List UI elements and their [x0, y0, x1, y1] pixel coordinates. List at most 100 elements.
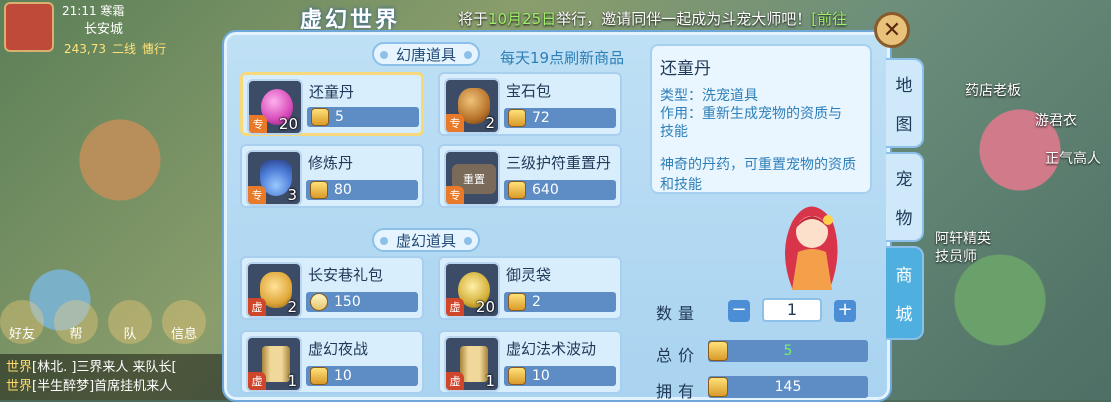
item-tag: 虚 — [248, 372, 266, 390]
shop-item-huantongdan[interactable]: 专 20 还童丹 5 — [240, 72, 424, 136]
quantity-minus-button[interactable]: − — [728, 300, 750, 322]
section-huantang-label: 幻唐道具 — [372, 42, 481, 66]
item-name: 长安巷礼包 — [308, 266, 384, 284]
quantity-input[interactable]: 1 — [762, 298, 822, 322]
player-hud: 21:11 寒霜 长安城 243,73 二线 憓行 — [0, 0, 200, 60]
event-banner: 虚幻世界 将于10月25日举行，邀请同伴一起成为斗宠大师吧！[前往 — [300, 0, 880, 34]
item-price: 5 — [307, 107, 419, 127]
gold-coin-icon — [310, 367, 328, 385]
shop-item-baoshibao[interactable]: 专 2 宝石包 72 — [438, 72, 622, 136]
tab-map[interactable]: 地图 — [886, 58, 924, 148]
chat-line: 世界[林北. ]三界来人 来队长[ — [6, 360, 177, 375]
item-icon: 虚 1 — [444, 336, 500, 392]
item-qty: 2 — [287, 298, 297, 316]
item-price: 640 — [504, 180, 616, 200]
item-tag: 专 — [249, 115, 267, 133]
item-icon: 虚 2 — [246, 262, 302, 318]
city-name: 长安城 — [84, 22, 124, 37]
npc-label: 技员师 — [935, 249, 977, 265]
item-tag: 虚 — [446, 372, 464, 390]
tab-mall[interactable]: 商城 — [886, 246, 924, 340]
item-icon: 专 20 — [247, 79, 303, 135]
info-button[interactable]: 信息 — [162, 300, 206, 344]
shop-item-xuhuan-fashu[interactable]: 虚 1 虚幻法术波动 10 — [438, 330, 622, 394]
item-qty: 3 — [287, 186, 297, 204]
total-price-label: 总价 — [656, 346, 701, 365]
gold-coin-icon — [508, 293, 526, 311]
item-tag: 专 — [446, 186, 464, 204]
item-qty: 1 — [485, 372, 495, 390]
item-price: 10 — [306, 366, 418, 386]
shop-item-hufu-reset[interactable]: 重置 专 三级护符重置丹 640 — [438, 144, 622, 208]
item-icon: 虚 20 — [444, 262, 500, 318]
gold-coin-icon — [310, 181, 328, 199]
gold-coin-icon — [508, 367, 526, 385]
gold-coin-icon — [708, 377, 728, 397]
item-name: 修炼丹 — [308, 154, 354, 172]
gold-coin-icon — [508, 109, 526, 127]
detail-description: 神奇的丹药，可重置宠物的资质和技能 — [660, 157, 856, 193]
item-name: 宝石包 — [506, 82, 552, 100]
player-avatar[interactable] — [4, 2, 54, 52]
chat-line: 世界[半生醉梦]首席挂机来人 — [6, 379, 173, 394]
close-button[interactable]: ✕ — [874, 12, 910, 48]
section-xuhuan-label: 虚幻道具 — [372, 228, 481, 252]
item-icon: 专 2 — [444, 78, 500, 134]
silver-coin-icon — [310, 293, 328, 311]
item-name: 还童丹 — [309, 83, 355, 101]
social-buttons: 好友 帮 队 信息 — [0, 300, 206, 344]
map-coords: 243,73 二线 憓行 — [64, 42, 167, 56]
item-name: 虚幻法术波动 — [506, 340, 597, 358]
team-button[interactable]: 队 — [108, 300, 152, 344]
scroll-icon — [262, 346, 290, 382]
scroll-icon — [460, 346, 488, 382]
item-detail-pane: 还童丹 类型：洗宠道具 作用：重新生成宠物的资质与 技能 神奇的丹药，可重置宠物… — [650, 44, 872, 194]
item-name: 虚幻夜战 — [308, 340, 369, 358]
shop-girl-character — [785, 206, 838, 290]
item-icon: 重置 专 — [444, 150, 500, 206]
gold-coin-icon — [508, 181, 526, 199]
item-qty: 2 — [485, 114, 495, 132]
item-price: 150 — [306, 292, 418, 312]
item-price: 10 — [504, 366, 616, 386]
item-icon: 虚 1 — [246, 336, 302, 392]
item-price: 2 — [504, 292, 616, 312]
guild-button[interactable]: 帮 — [54, 300, 98, 344]
item-icon: 专 3 — [246, 150, 302, 206]
event-message[interactable]: 将于10月25日举行，邀请同伴一起成为斗宠大师吧！[前往 — [458, 8, 847, 29]
item-tag: 虚 — [248, 298, 266, 316]
shop-item-xuhuan-yezhan[interactable]: 虚 1 虚幻夜战 10 — [240, 330, 424, 394]
owned-value: 145 — [708, 376, 868, 398]
close-icon: ✕ — [882, 17, 902, 43]
gold-coin-icon — [311, 108, 329, 126]
friends-button[interactable]: 好友 — [0, 300, 44, 344]
detail-effect: 作用：重新生成宠物的资质与 — [660, 106, 842, 122]
quantity-label: 数量 — [656, 304, 701, 323]
item-qty: 1 — [287, 372, 297, 390]
gold-coin-icon — [708, 341, 728, 361]
quantity-plus-button[interactable]: + — [834, 300, 856, 322]
detail-type: 类型：洗宠道具 — [660, 88, 758, 104]
item-price: 80 — [306, 180, 418, 200]
item-qty: 20 — [278, 115, 298, 133]
owned-label: 拥有 — [656, 382, 701, 401]
clock-weather: 21:11 寒霜 — [62, 4, 125, 18]
item-name: 御灵袋 — [506, 266, 552, 284]
npc-label: 药店老板 — [965, 83, 1021, 99]
shop-item-xiuliandan[interactable]: 专 3 修炼丹 80 — [240, 144, 424, 208]
item-name: 三级护符重置丹 — [506, 154, 612, 172]
item-tag: 专 — [248, 186, 266, 204]
detail-effect-cont: 技能 — [660, 124, 688, 140]
npc-label: 游君衣 — [1035, 113, 1077, 129]
chat-box[interactable]: 世界[林北. ]三界来人 来队长[ 世界[半生醉梦]首席挂机来人 — [0, 354, 240, 400]
total-price-value: 5 — [708, 340, 868, 362]
item-tag: 专 — [446, 114, 464, 132]
shop-item-changan-gift[interactable]: 虚 2 长安巷礼包 150 — [240, 256, 424, 320]
item-price: 72 — [504, 108, 616, 128]
right-world-hud: 药店老板 游君衣 正气高人 阿轩精英 技员师 — [925, 0, 1111, 400]
tab-pet[interactable]: 宠物 — [886, 152, 924, 242]
shop-item-yulingdai[interactable]: 虚 20 御灵袋 2 — [438, 256, 622, 320]
npc-label: 正气高人 — [1045, 151, 1101, 167]
detail-title: 还童丹 — [660, 59, 711, 79]
item-qty: 20 — [475, 298, 495, 316]
